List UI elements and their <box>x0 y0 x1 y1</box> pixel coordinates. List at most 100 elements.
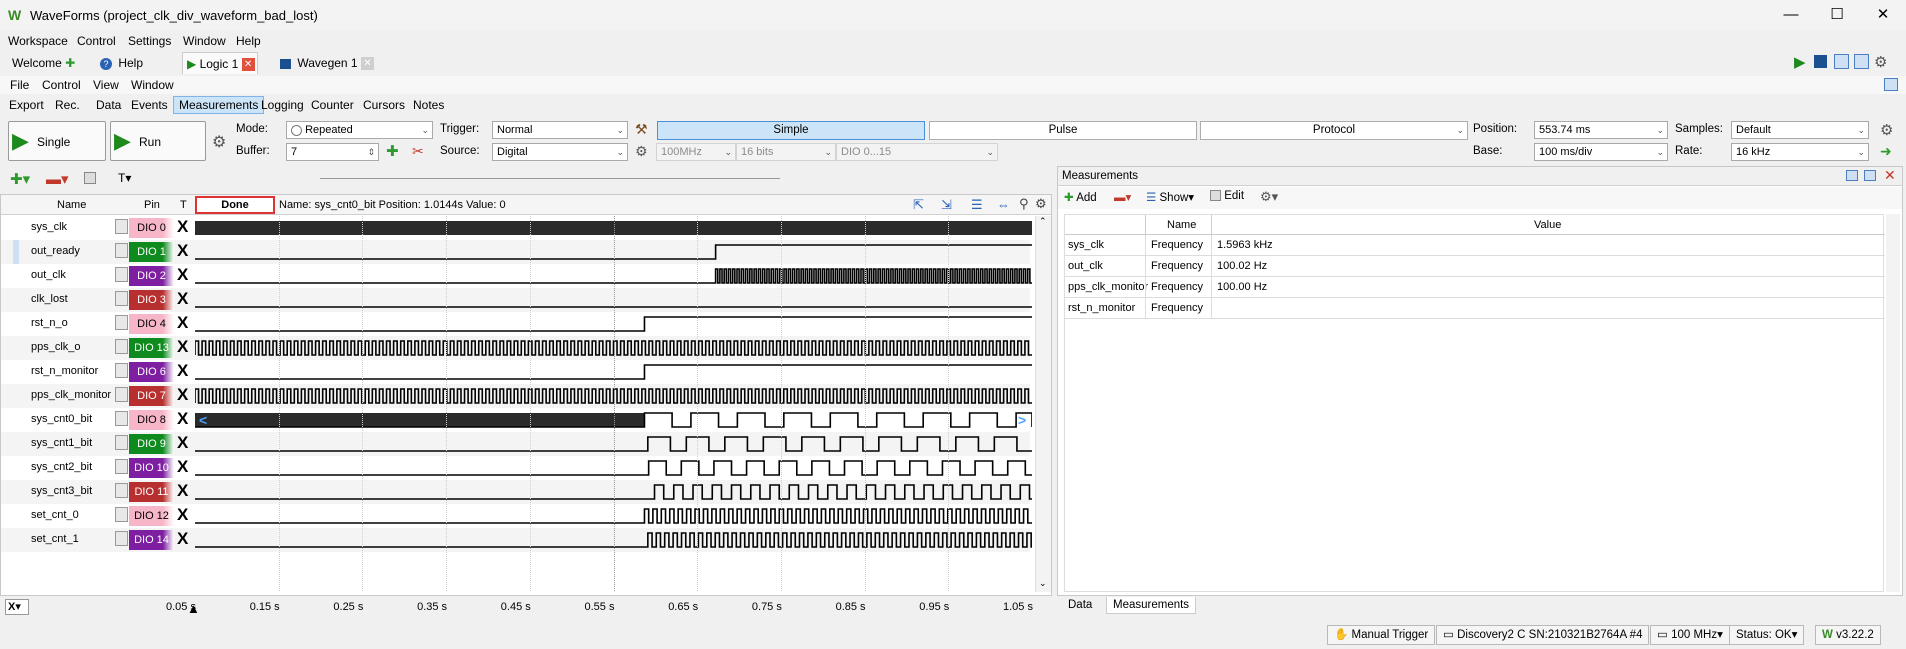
mode-select[interactable]: Repeated ⌄ <box>286 121 433 139</box>
trigger-condition-icon[interactable]: X <box>177 289 188 309</box>
close-icon[interactable]: ✕ <box>1860 0 1906 30</box>
gear-icon[interactable]: ⚙ <box>1874 53 1887 71</box>
edit-button[interactable]: Edit <box>1210 190 1244 202</box>
menu-window[interactable]: Window <box>131 78 174 92</box>
trigger-type-simple[interactable]: Simple <box>657 121 925 140</box>
channel-pin[interactable]: DIO 0 <box>129 218 174 238</box>
buffer-input[interactable]: 7 ⇕ <box>286 143 379 161</box>
tab-events[interactable]: Events <box>131 98 168 112</box>
edit-channel-icon[interactable] <box>115 243 128 258</box>
cascade-icon[interactable] <box>1834 54 1849 69</box>
measurement-row[interactable]: sys_clk Frequency 1.5963 kHz <box>1065 235 1885 256</box>
menu-window[interactable]: Window <box>183 34 226 48</box>
edit-channel-icon[interactable] <box>115 483 128 498</box>
tile-icon[interactable] <box>1854 54 1869 69</box>
channel-pin[interactable]: DIO 9 <box>129 434 174 454</box>
restore-panel-icon[interactable] <box>1846 170 1858 181</box>
close-tab-icon[interactable]: ✕ <box>360 57 374 71</box>
edit-channel-icon[interactable] <box>115 315 128 330</box>
trigger-condition-icon[interactable]: X <box>177 313 188 333</box>
clear-buffer-icon[interactable]: ✂ <box>412 143 424 160</box>
trigger-select[interactable]: Normal ⌄ <box>492 121 628 139</box>
tab-export[interactable]: Export <box>9 98 44 112</box>
cursor-align-icon[interactable]: ⇲ <box>941 197 952 213</box>
edit-channel-icon[interactable] <box>115 387 128 402</box>
run-all-icon[interactable]: ▶ <box>1794 53 1806 71</box>
tab-logging[interactable]: Logging <box>261 98 304 112</box>
remove-measurement-icon[interactable]: ▬▾ <box>1114 190 1131 204</box>
menu-file[interactable]: File <box>10 78 29 92</box>
trigger-column-icon[interactable]: T▾ <box>118 171 131 185</box>
row-selector[interactable] <box>13 240 19 264</box>
edit-channel-icon[interactable] <box>115 435 128 450</box>
tab-help[interactable]: ? Help <box>100 52 170 74</box>
trigger-marker-icon[interactable]: ▲ <box>187 601 200 616</box>
acquisition-settings-icon[interactable]: ⚙ <box>212 132 226 152</box>
edit-channel-icon[interactable] <box>84 172 96 184</box>
trigger-condition-icon[interactable]: X <box>177 481 188 501</box>
tab-notes[interactable]: Notes <box>413 98 444 112</box>
channel-pin[interactable]: DIO 12 <box>129 506 174 526</box>
splitter[interactable] <box>320 178 780 179</box>
minimize-icon[interactable]: — <box>1768 0 1814 30</box>
source-settings-icon[interactable]: ⚙ <box>635 143 648 160</box>
channel-pin[interactable]: DIO 1 <box>129 242 174 262</box>
trigger-condition-icon[interactable]: X <box>177 529 188 549</box>
time-settings-icon[interactable]: ⚙ <box>1880 121 1893 139</box>
add-measurement-button[interactable]: ✚ Add <box>1064 190 1097 204</box>
trigger-condition-icon[interactable]: X <box>177 337 188 357</box>
base-select[interactable]: 100 ms/div ⌄ <box>1534 143 1668 161</box>
trigger-type-protocol[interactable]: Protocol ⌄ <box>1200 121 1468 140</box>
spin-icon[interactable]: ⇕ <box>367 144 375 160</box>
edit-channel-icon[interactable] <box>115 459 128 474</box>
edit-channel-icon[interactable] <box>115 267 128 282</box>
remove-channel-icon[interactable]: ▬▾ <box>46 170 69 188</box>
source-select[interactable]: Digital ⌄ <box>492 143 628 161</box>
channel-pin[interactable]: DIO 4 <box>129 314 174 334</box>
arrow-right-icon[interactable]: ➜ <box>1880 143 1892 160</box>
measurement-settings-icon[interactable]: ⚙▾ <box>1260 189 1278 205</box>
run-button[interactable]: ▶ Run <box>110 121 206 161</box>
tab-logic-1[interactable]: ▶ Logic 1 ✕ <box>182 52 258 74</box>
menu-help[interactable]: Help <box>236 34 261 48</box>
samples-select[interactable]: Default ⌄ <box>1731 121 1869 139</box>
menu-control[interactable]: Control <box>77 34 116 48</box>
close-panel-icon[interactable]: ✕ <box>1884 167 1896 184</box>
stop-all-icon[interactable] <box>1814 55 1827 68</box>
dock-icon[interactable] <box>1884 78 1898 91</box>
edit-channel-icon[interactable] <box>115 411 128 426</box>
tab-counter[interactable]: Counter <box>311 98 354 112</box>
add-channel-icon[interactable]: ✚▾ <box>10 170 30 188</box>
measurement-row[interactable]: pps_clk_monitor Frequency 100.00 Hz <box>1065 277 1885 298</box>
trigger-condition-icon[interactable]: X <box>177 265 188 285</box>
hammer-icon[interactable]: ⚒ <box>635 121 648 138</box>
add-buffer-icon[interactable]: ✚ <box>386 142 399 160</box>
show-button[interactable]: ☰ Show▾ <box>1146 190 1194 204</box>
edit-channel-icon[interactable] <box>115 507 128 522</box>
clock-select[interactable]: ▭ 100 MHz▾ <box>1650 625 1730 645</box>
tab-data[interactable]: Data <box>96 98 121 112</box>
menu-view[interactable]: View <box>93 78 119 92</box>
rate-select[interactable]: 16 kHz ⌄ <box>1731 143 1869 161</box>
measurement-row[interactable]: out_clk Frequency 100.02 Hz <box>1065 256 1885 277</box>
single-button[interactable]: ▶ Single <box>8 121 106 161</box>
channel-pin[interactable]: DIO 3 <box>129 290 174 310</box>
channel-pin[interactable]: DIO 2 <box>129 266 174 286</box>
channel-pin[interactable]: DIO 10 <box>129 458 174 478</box>
maximize-icon[interactable]: ☐ <box>1814 0 1860 30</box>
edit-channel-icon[interactable] <box>115 339 128 354</box>
tab-welcome[interactable]: Welcome ✚ <box>6 52 82 74</box>
edit-channel-icon[interactable] <box>115 531 128 546</box>
close-tab-icon[interactable]: ✕ <box>241 58 255 72</box>
channel-pin[interactable]: DIO 11 <box>129 482 174 502</box>
zoom-icon[interactable]: ⚲ <box>1019 196 1029 212</box>
channel-pin[interactable]: DIO 13 <box>129 338 174 358</box>
trigger-condition-icon[interactable]: X <box>177 217 188 237</box>
channel-pin[interactable]: DIO 14 <box>129 530 174 550</box>
scroll-up-icon[interactable]: ⌃ <box>1039 216 1047 227</box>
vertical-scrollbar[interactable]: ⌃ ⌄ <box>1035 216 1051 592</box>
plus-icon[interactable]: ✚ <box>65 56 75 70</box>
list-view-icon[interactable]: ☰ <box>971 197 983 213</box>
channel-pin[interactable]: DIO 7 <box>129 386 174 406</box>
tab-rec[interactable]: Rec. <box>55 98 80 112</box>
